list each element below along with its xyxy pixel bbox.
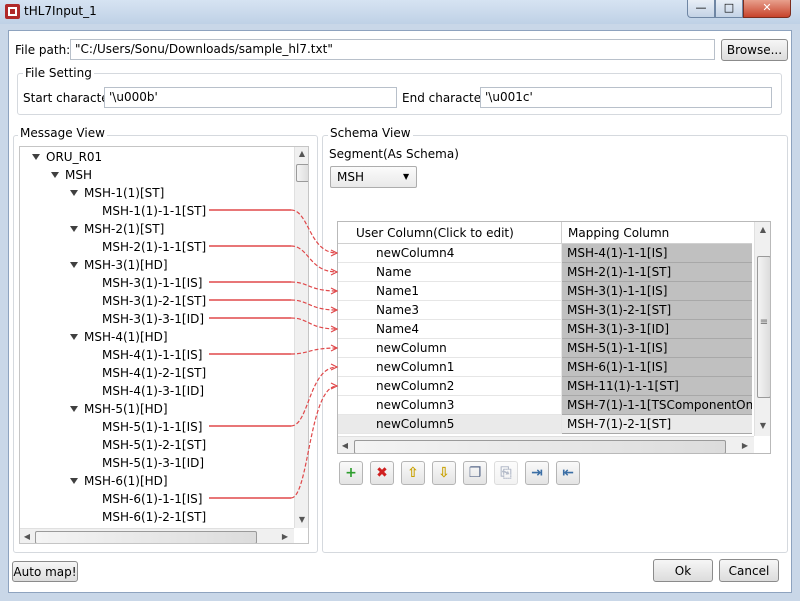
mapping-links <box>209 209 339 499</box>
cancel-button[interactable]: Cancel <box>719 559 779 582</box>
dialog-window: tHL7Input_1 — □ ✕ File path: "C:/Users/S… <box>0 0 800 601</box>
mapping-curve <box>290 281 338 292</box>
app-icon <box>5 4 20 19</box>
ok-button[interactable]: Ok <box>653 559 713 582</box>
minimize-button[interactable]: — <box>687 0 715 18</box>
window-title: tHL7Input_1 <box>24 4 97 18</box>
mapping-curve <box>290 347 338 355</box>
arrowhead-icon <box>330 363 339 371</box>
mapping-curve <box>290 385 338 499</box>
mapping-curve <box>290 299 338 311</box>
close-button[interactable]: ✕ <box>743 0 791 18</box>
maximize-button[interactable]: □ <box>715 0 743 18</box>
dialog-body: File path: "C:/Users/Sonu/Downloads/samp… <box>8 30 792 593</box>
title-bar[interactable]: tHL7Input_1 — □ ✕ <box>0 0 800 24</box>
auto-map-button[interactable]: Auto map! <box>12 561 78 582</box>
mapping-curve <box>290 209 338 254</box>
mapping-curve <box>290 366 338 427</box>
mapping-curve <box>290 317 338 330</box>
mapping-curve <box>290 245 338 273</box>
